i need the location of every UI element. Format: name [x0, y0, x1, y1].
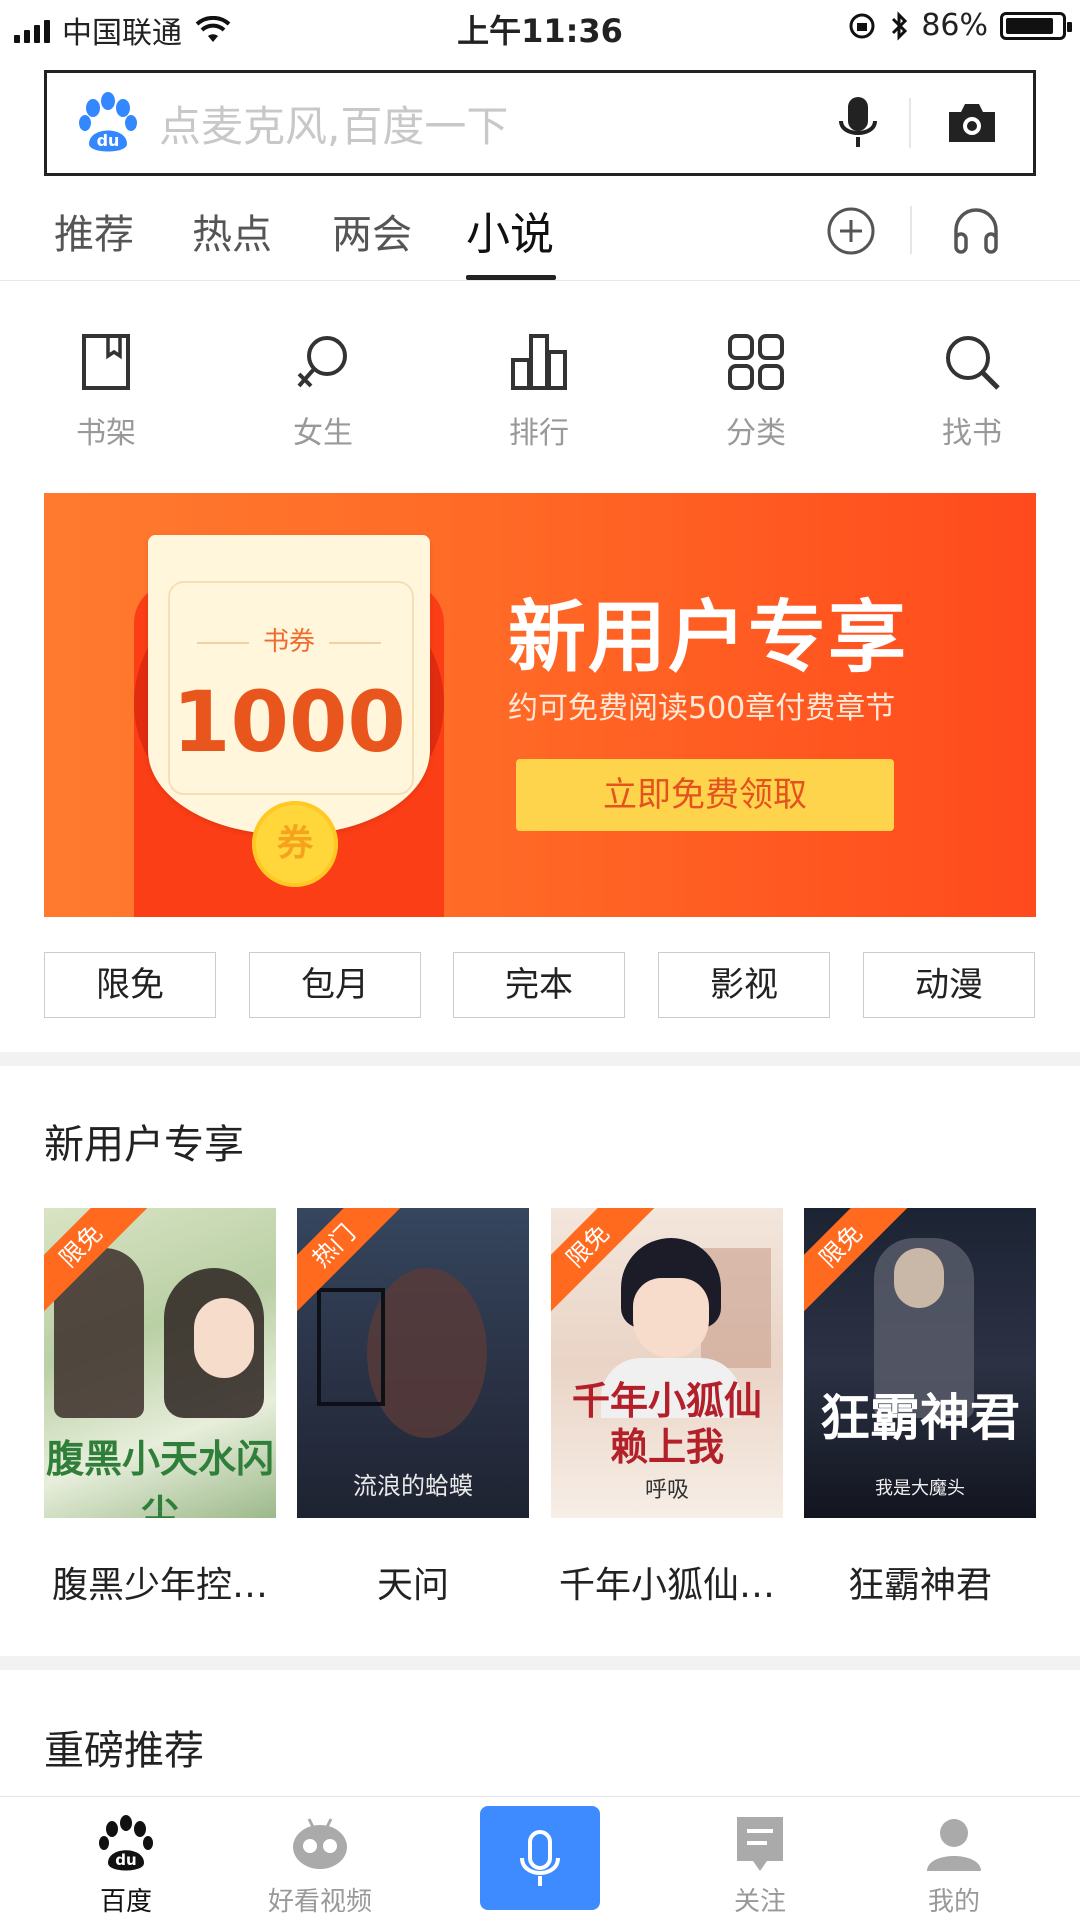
- book-card[interactable]: 腹黑小天水闪尘 限免 腹黑少年控…: [44, 1208, 276, 1608]
- user-icon: [927, 1819, 981, 1871]
- tab-two-sessions[interactable]: 两会: [332, 202, 412, 260]
- video-face-icon: [293, 1818, 347, 1869]
- nav-video[interactable]: 好看视频: [250, 1813, 390, 1918]
- filter-film-button[interactable]: 影视: [658, 952, 830, 1018]
- category-label: 找书: [942, 416, 1002, 451]
- voice-search-button[interactable]: [480, 1806, 600, 1910]
- headphones-icon[interactable]: [950, 204, 1002, 256]
- filter-complete-button[interactable]: 完本: [453, 952, 625, 1018]
- rotation-lock-icon: [849, 13, 875, 38]
- category-grid-icon: [728, 334, 784, 390]
- bluetooth-icon: [892, 10, 908, 41]
- nav-mine[interactable]: 我的: [884, 1813, 1024, 1918]
- voucher-value: 1000: [172, 673, 406, 771]
- category-female[interactable]: 女生: [263, 330, 383, 452]
- book-title: 天问: [376, 1565, 449, 1606]
- filter-anime-button[interactable]: 动漫: [863, 952, 1035, 1018]
- svg-text:du: du: [97, 131, 120, 150]
- section-title-new-user: 新用户专享: [44, 1122, 244, 1168]
- voucher-label: 书券: [148, 621, 430, 658]
- tab-hot[interactable]: 热点: [192, 202, 272, 260]
- claim-free-button[interactable]: 立即免费领取: [516, 759, 894, 831]
- tab-recommend[interactable]: 推荐: [54, 202, 134, 260]
- section-title-featured: 重磅推荐: [44, 1728, 204, 1774]
- nav-follow[interactable]: 关注: [690, 1813, 830, 1918]
- book-card[interactable]: 狂霸神君 我是大魔头 限免 狂霸神君: [804, 1208, 1036, 1608]
- voucher-coin-icon: 券: [252, 801, 338, 887]
- category-label: 分类: [726, 416, 786, 451]
- nav-label: 关注: [733, 1887, 786, 1917]
- category-bookshelf[interactable]: 书架: [46, 330, 166, 452]
- book-cover-text: 流浪的蛤蟆: [353, 1472, 473, 1500]
- baidu-paw-icon: du: [99, 1815, 153, 1871]
- filter-free-button[interactable]: 限免: [44, 952, 216, 1018]
- microphone-icon: [520, 1830, 560, 1886]
- book-title: 狂霸神君: [847, 1565, 992, 1606]
- nav-label: 好看视频: [267, 1887, 372, 1917]
- banner-title: 新用户专享: [508, 593, 909, 683]
- banner-subtitle: 约可免费阅读500章付费章节: [508, 691, 896, 726]
- book-card[interactable]: 流浪的蛤蟆 热门 天问: [297, 1208, 529, 1608]
- book-cover[interactable]: 腹黑小天水闪尘 限免: [44, 1208, 276, 1518]
- microphone-icon[interactable]: [833, 93, 883, 153]
- nav-label: 我的: [927, 1887, 980, 1917]
- category-label: 女生: [293, 416, 353, 451]
- active-tab-indicator: [466, 275, 556, 280]
- book-cover[interactable]: 千年小狐仙赖上我 呼吸 限免: [551, 1208, 783, 1518]
- category-ranking[interactable]: 排行: [479, 330, 599, 452]
- book-cover-text: 腹黑小天水闪尘: [45, 1436, 274, 1518]
- tab-separator: [910, 206, 912, 254]
- search-bar[interactable]: du 点麦克风,百度一下: [44, 70, 1036, 176]
- battery-icon: [1000, 11, 1072, 40]
- book-cover-author: 我是大魔头: [875, 1478, 965, 1499]
- category-classify[interactable]: 分类: [696, 330, 816, 452]
- nav-label: 百度: [99, 1887, 152, 1917]
- book-card[interactable]: 千年小狐仙赖上我 呼吸 限免 千年小狐仙…: [551, 1208, 783, 1608]
- category-label: 排行: [509, 416, 569, 451]
- search-separator: [909, 98, 911, 148]
- category-find-book[interactable]: 找书: [912, 330, 1032, 452]
- battery-percent: 86%: [921, 8, 988, 43]
- search-input[interactable]: 点麦克风,百度一下: [159, 93, 833, 154]
- status-right: 86%: [847, 8, 1072, 43]
- book-cover-text: 狂霸神君: [820, 1388, 1020, 1447]
- filter-monthly-button[interactable]: 包月: [249, 952, 421, 1018]
- book-title: 腹黑少年控…: [51, 1565, 268, 1606]
- section-divider: [0, 1052, 1080, 1066]
- tab-novel[interactable]: 小说: [466, 198, 554, 262]
- status-bar: 中国联通 上午11:36 86%: [0, 0, 1080, 56]
- category-label: 书架: [76, 416, 136, 451]
- search-icon: [946, 336, 1000, 390]
- new-user-banner[interactable]: 书券 1000 券 新用户专享 约可免费阅读500章付费章节 立即免费领取: [44, 493, 1036, 917]
- bookmark-icon: [737, 1817, 783, 1871]
- camera-icon[interactable]: [945, 100, 999, 146]
- bookshelf-icon: [82, 334, 130, 390]
- book-cover-author: 呼吸: [644, 1478, 689, 1503]
- female-icon: [297, 336, 347, 388]
- section-divider: [0, 1656, 1080, 1670]
- svg-text:du: du: [115, 1851, 136, 1869]
- book-cover[interactable]: 狂霸神君 我是大魔头 限免: [804, 1208, 1036, 1518]
- add-channel-icon[interactable]: [826, 206, 876, 256]
- book-cover-text: 千年小狐仙赖上我: [571, 1378, 762, 1469]
- channel-tabs: 推荐 热点 两会 小说: [0, 180, 1080, 281]
- baidu-paw-logo-icon: du: [79, 92, 137, 152]
- book-title: 千年小狐仙…: [558, 1565, 775, 1606]
- ranking-icon: [511, 334, 567, 390]
- book-cover[interactable]: 流浪的蛤蟆 热门: [297, 1208, 529, 1518]
- nav-baidu[interactable]: du 百度: [56, 1813, 196, 1918]
